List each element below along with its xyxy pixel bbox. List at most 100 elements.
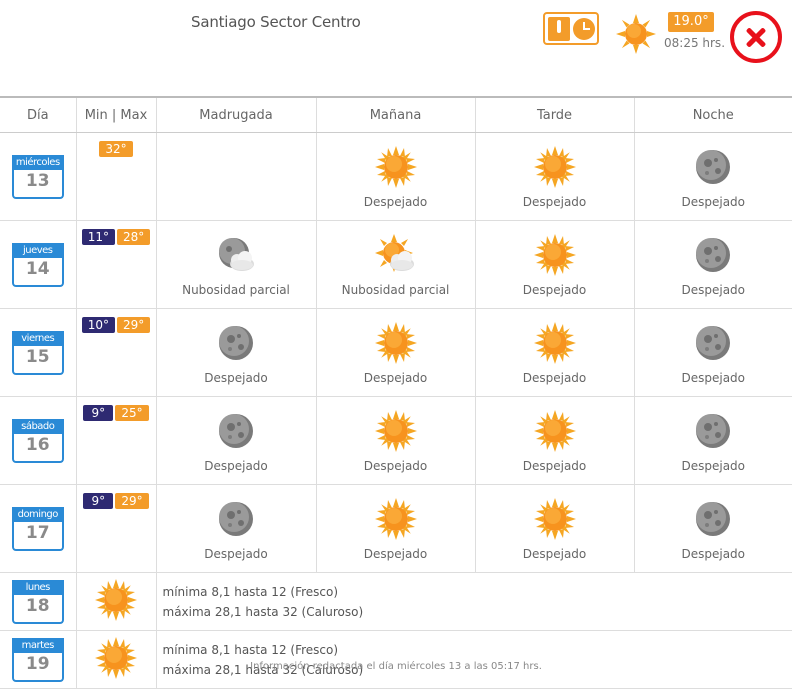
clock-icon: [573, 18, 595, 40]
period-cell-noche: Despejado: [634, 485, 792, 573]
condition-label: Nubosidad parcial: [182, 283, 290, 297]
moon-icon: [214, 409, 258, 453]
station-clock-icon[interactable]: [543, 12, 599, 45]
condition-label: Despejado: [364, 371, 428, 385]
minmax-cell: 11°28°: [76, 221, 156, 309]
header-day: Día: [0, 97, 76, 133]
period-cell-madrugada: Despejado: [156, 397, 316, 485]
sun-icon: [374, 497, 418, 541]
condition-label: Despejado: [204, 371, 268, 385]
condition-label: Despejado: [523, 371, 587, 385]
date-cell: lunes 18: [0, 573, 76, 631]
date-cell: jueves 14: [0, 221, 76, 309]
header-tarde: Tarde: [475, 97, 634, 133]
moon-icon: [691, 145, 735, 189]
weekday-label: domingo: [12, 507, 64, 522]
current-time: 08:25 hrs.: [664, 36, 725, 50]
minmax-cell: 9°29°: [76, 485, 156, 573]
extended-max-line: máxima 28,1 hasta 32 (Caluroso): [163, 602, 792, 622]
period-cell-madrugada: Nubosidad parcial: [156, 221, 316, 309]
condition-label: Despejado: [681, 459, 745, 473]
sun-cloud-icon: [374, 233, 418, 277]
table-header-row: Día Min | Max Madrugada Mañana Tarde Noc…: [0, 97, 792, 133]
period-cell-manana: Despejado: [316, 397, 475, 485]
day-number: 13: [14, 171, 62, 191]
extended-forecast-text: mínima 8,1 hasta 12 (Fresco) máxima 28,1…: [156, 631, 792, 689]
sun-icon: [533, 409, 577, 453]
moon-cloud-icon: [214, 233, 258, 277]
condition-label: Despejado: [523, 195, 587, 209]
thermometer-icon: [548, 17, 570, 41]
day-number: 18: [14, 596, 62, 616]
period-cell-tarde: Despejado: [475, 485, 634, 573]
min-temp-badge: 9°: [83, 493, 113, 509]
moon-icon: [691, 321, 735, 365]
day-number: 14: [14, 259, 62, 279]
date-badge: sábado 16: [12, 419, 64, 463]
weekday-label: viernes: [12, 331, 64, 346]
max-temp-badge: 28°: [117, 229, 150, 245]
sun-icon: [94, 578, 138, 622]
minmax-cell: 10°29°: [76, 309, 156, 397]
table-row: jueves 14 11°28° Nubosidad parcial Nubosi…: [0, 221, 792, 309]
condition-label: Despejado: [681, 195, 745, 209]
day-number: 16: [14, 435, 62, 455]
footer-note: Información redactada el día miércoles 1…: [0, 661, 792, 672]
table-row: viernes 15 10°29° Despejado Despejado Des…: [0, 309, 792, 397]
date-cell: martes 19: [0, 631, 76, 689]
date-badge: jueves 14: [12, 243, 64, 287]
sun-icon: [374, 321, 418, 365]
current-sun-icon: [614, 12, 658, 56]
condition-label: Despejado: [364, 195, 428, 209]
sun-icon: [374, 145, 418, 189]
sun-icon: [533, 497, 577, 541]
table-row: domingo 179°29° Despejado Despejado Desp…: [0, 485, 792, 573]
header-minmax: Min | Max: [76, 97, 156, 133]
condition-label: Despejado: [364, 459, 428, 473]
date-cell: miércoles 13: [0, 133, 76, 221]
period-cell-tarde: Despejado: [475, 397, 634, 485]
date-cell: domingo 17: [0, 485, 76, 573]
icon-cell: [76, 631, 156, 689]
sun-icon: [94, 636, 138, 680]
extended-min-line: mínima 8,1 hasta 12 (Fresco): [163, 640, 792, 660]
max-temp-badge: 25°: [115, 405, 148, 421]
sun-icon: [533, 233, 577, 277]
forecast-table: Día Min | Max Madrugada Mañana Tarde Noc…: [0, 96, 792, 689]
period-cell-noche: Despejado: [634, 397, 792, 485]
condition-label: Despejado: [204, 459, 268, 473]
table-row: sábado 16 9°25° Despejado Despejado Despe…: [0, 397, 792, 485]
weekday-label: miércoles: [12, 155, 64, 170]
current-temperature-badge: 19.0°: [668, 12, 714, 32]
header-manana: Mañana: [316, 97, 475, 133]
period-cell-noche: Despejado: [634, 221, 792, 309]
period-cell-tarde: Despejado: [475, 221, 634, 309]
condition-label: Despejado: [681, 547, 745, 561]
moon-icon: [214, 321, 258, 365]
date-cell: sábado 16: [0, 397, 76, 485]
condition-label: Despejado: [523, 283, 587, 297]
condition-label: Despejado: [523, 459, 587, 473]
date-badge: lunes 18: [12, 580, 64, 624]
header-noche: Noche: [634, 97, 792, 133]
minmax-cell: 32°: [76, 133, 156, 221]
condition-label: Despejado: [681, 371, 745, 385]
weekday-label: lunes: [12, 580, 64, 595]
condition-label: Nubosidad parcial: [342, 283, 450, 297]
date-badge: domingo 17: [12, 507, 64, 551]
minmax-cell: 9°25°: [76, 397, 156, 485]
period-cell-tarde: Despejado: [475, 309, 634, 397]
header-madrugada: Madrugada: [156, 97, 316, 133]
day-number: 15: [14, 347, 62, 367]
period-cell-manana: Despejado: [316, 309, 475, 397]
min-temp-badge: 9°: [83, 405, 113, 421]
moon-icon: [691, 409, 735, 453]
day-number: 17: [14, 523, 62, 543]
extended-min-line: mínima 8,1 hasta 12 (Fresco): [163, 582, 792, 602]
sun-icon: [533, 321, 577, 365]
max-temp-badge: 29°: [117, 317, 150, 333]
min-temp-badge: 10°: [82, 317, 115, 333]
weekday-label: martes: [12, 638, 64, 653]
close-button[interactable]: [730, 11, 782, 63]
date-badge: martes 19: [12, 638, 64, 682]
